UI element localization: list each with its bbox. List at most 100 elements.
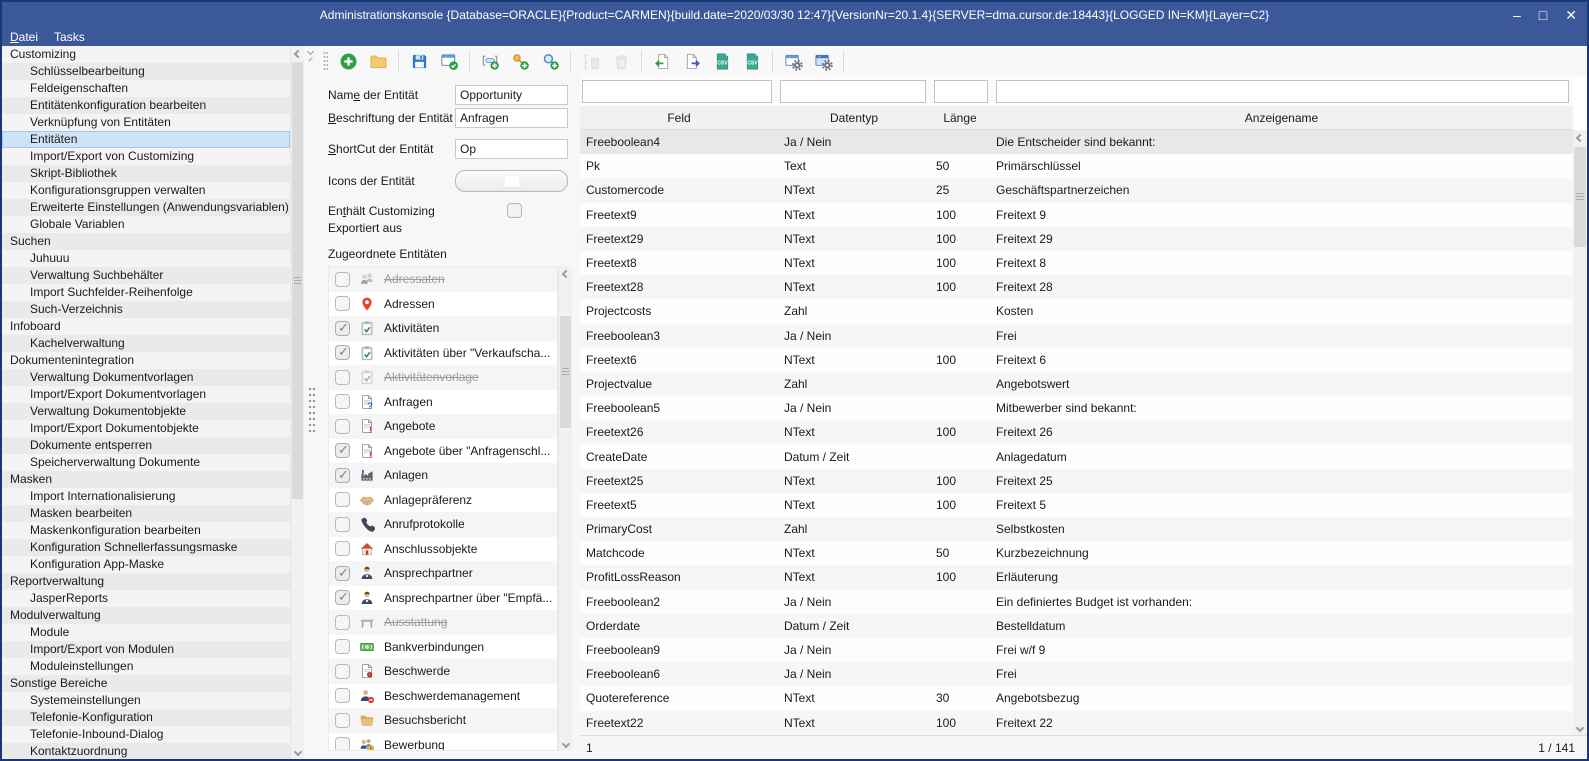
entity-list-item[interactable]: Aktivitäten über "Verkaufscha... xyxy=(329,341,557,366)
sidebar-item[interactable]: Import Internationalisierung xyxy=(2,488,290,505)
sidebar-item[interactable]: Kachelverwaltung xyxy=(2,335,290,352)
sidebar-item[interactable]: Verwaltung Dokumentobjekte xyxy=(2,403,290,420)
toolbar-separator[interactable] xyxy=(838,48,849,74)
scroll-down-icon[interactable] xyxy=(1573,720,1587,735)
column-filter-input[interactable] xyxy=(780,80,926,103)
sidebar-item[interactable]: Konfigurationsgruppen verwalten xyxy=(2,182,290,199)
add-search-field-button[interactable] xyxy=(535,48,565,74)
table-row[interactable]: Freeboolean3 Ja / Nein Frei xyxy=(580,324,1573,348)
entity-list-item[interactable]: Anschlussobjekte xyxy=(329,537,557,562)
column-header[interactable]: Anzeigename xyxy=(990,111,1573,125)
column-header[interactable]: Feld xyxy=(580,111,778,125)
entity-list-item[interactable]: Anfragen xyxy=(329,390,557,415)
entity-list-item[interactable]: Angebote xyxy=(329,414,557,439)
entity-caption-input[interactable] xyxy=(455,108,568,128)
entity-checkbox[interactable] xyxy=(335,541,350,556)
entity-checkbox[interactable] xyxy=(335,419,350,434)
sidebar-item[interactable]: Speicherverwaltung Dokumente xyxy=(2,454,290,471)
entity-checkbox[interactable] xyxy=(335,517,350,532)
table-row[interactable]: Pk Text 50 Primärschlüssel xyxy=(580,154,1573,178)
sidebar-item[interactable]: Systemeinstellungen xyxy=(2,692,290,709)
table-row[interactable]: Freetext26 NText 100 Freitext 26 xyxy=(580,420,1573,444)
column-filter-input[interactable] xyxy=(996,80,1569,103)
sidebar-item[interactable]: Module xyxy=(2,624,290,641)
table-row[interactable]: Matchcode NText 50 Kurzbezeichnung xyxy=(580,541,1573,565)
entity-checkbox[interactable] xyxy=(335,688,350,703)
import-button[interactable] xyxy=(647,48,677,74)
sidebar-item[interactable]: Feldeigenschaften xyxy=(2,80,290,97)
window-settings-button[interactable] xyxy=(778,48,808,74)
toolbar-separator[interactable] xyxy=(565,48,576,74)
menu-item[interactable]: Datei xyxy=(10,30,38,44)
scroll-down-icon[interactable] xyxy=(291,744,304,759)
table-row[interactable]: Freetext28 NText 100 Freitext 28 xyxy=(580,275,1573,299)
entity-list-item[interactable]: Bankverbindungen xyxy=(329,635,557,660)
sidebar-item[interactable]: Kontaktzuordnung xyxy=(2,743,290,759)
table-row[interactable]: Freetext6 NText 100 Freitext 6 xyxy=(580,348,1573,372)
minimize-icon[interactable]: – xyxy=(1513,8,1521,22)
scroll-up-icon[interactable] xyxy=(291,46,304,61)
collapse-right-icon[interactable] xyxy=(308,57,312,61)
toolbar-separator[interactable] xyxy=(464,48,475,74)
entity-checkbox[interactable] xyxy=(335,492,350,507)
sidebar-item[interactable]: Import Suchfelder-Reihenfolge xyxy=(2,284,290,301)
table-row[interactable]: Projectvalue Zahl Angebotswert xyxy=(580,372,1573,396)
sidebar-item[interactable]: Juhuuu xyxy=(2,250,290,267)
column-filter-input[interactable] xyxy=(934,80,988,103)
entity-list-item[interactable]: Ausstattung xyxy=(329,610,557,635)
table-row[interactable]: Projectcosts Zahl Kosten xyxy=(580,299,1573,323)
panel-splitter[interactable] xyxy=(304,46,320,759)
toolbar-grip-icon[interactable] xyxy=(323,51,328,71)
sidebar-item[interactable]: Dokumente entsperren xyxy=(2,437,290,454)
table-row[interactable]: Freeboolean5 Ja / Nein Mitbewerber sind … xyxy=(580,396,1573,420)
sidebar-item[interactable]: Erweiterte Einstellungen (Anwendungsvari… xyxy=(2,199,290,216)
sidebar-item[interactable]: Such-Verzeichnis xyxy=(2,301,290,318)
table-row[interactable]: Freetext22 NText 100 Freitext 22 xyxy=(580,711,1573,735)
entity-checkbox[interactable] xyxy=(335,443,350,458)
sidebar-item[interactable]: Import/Export Dokumentvorlagen xyxy=(2,386,290,403)
entity-checkbox[interactable] xyxy=(335,272,350,287)
sidebar-item[interactable]: Customizing xyxy=(2,46,290,63)
toolbar-separator[interactable] xyxy=(767,48,778,74)
sidebar-item[interactable]: Verwaltung Dokumentvorlagen xyxy=(2,369,290,386)
entity-checkbox[interactable] xyxy=(335,394,350,409)
sidebar-item[interactable]: Reportverwaltung xyxy=(2,573,290,590)
sidebar-item[interactable]: Verknüpfung von Entitäten xyxy=(2,114,290,131)
entity-list-item[interactable]: Anrufprotokolle xyxy=(329,512,557,537)
sidebar-item[interactable]: Dokumentenintegration xyxy=(2,352,290,369)
entity-checkbox[interactable] xyxy=(335,370,350,385)
entity-list-item[interactable]: Adressen xyxy=(329,292,557,317)
table-row[interactable]: Freeboolean6 Ja / Nein Frei xyxy=(580,662,1573,686)
table-row[interactable]: Orderdate Datum / Zeit Bestelldatum xyxy=(580,614,1573,638)
entity-checkbox[interactable] xyxy=(335,468,350,483)
table-row[interactable]: Customercode NText 25 Geschäftspartnerze… xyxy=(580,178,1573,202)
column-filter-input[interactable] xyxy=(582,80,772,103)
sidebar-item[interactable]: Schlüsselbearbeitung xyxy=(2,63,290,80)
sidebar-item[interactable]: Telefonie-Konfiguration xyxy=(2,709,290,726)
entity-list-item[interactable]: Anlagepräferenz xyxy=(329,488,557,513)
entity-checkbox[interactable] xyxy=(335,737,350,751)
delete-button[interactable] xyxy=(606,48,636,74)
sidebar-item[interactable]: Maskenkonfiguration bearbeiten xyxy=(2,522,290,539)
entity-list-item[interactable]: Besuchsbericht xyxy=(329,708,557,733)
sidebar-item[interactable]: Konfiguration Schnellerfassungsmaske xyxy=(2,539,290,556)
sidebar-item[interactable]: Skript-Bibliothek xyxy=(2,165,290,182)
entity-checkbox[interactable] xyxy=(335,713,350,728)
table-row[interactable]: Quotereference NText 30 Angebotsbezug xyxy=(580,686,1573,710)
add-key-field-button[interactable] xyxy=(505,48,535,74)
sidebar-scrollbar[interactable] xyxy=(290,46,304,759)
table-row[interactable]: Freetext9 NText 100 Freitext 9 xyxy=(580,203,1573,227)
table-scrollbar-thumb[interactable] xyxy=(1574,147,1586,247)
sidebar-scrollbar-thumb[interactable] xyxy=(292,62,303,499)
collapse-left-icon[interactable] xyxy=(307,48,314,55)
sidebar-item[interactable]: Import/Export von Customizing xyxy=(2,148,290,165)
export-button[interactable] xyxy=(677,48,707,74)
csv-import-button[interactable] xyxy=(737,48,767,74)
entity-checkbox[interactable] xyxy=(335,345,350,360)
entity-list-scrollbar[interactable] xyxy=(558,266,572,751)
sidebar-item[interactable]: Sonstige Bereiche xyxy=(2,675,290,692)
entity-checkbox[interactable] xyxy=(335,615,350,630)
sidebar-item[interactable]: Entitäten xyxy=(2,131,290,148)
menu-item[interactable]: Tasks xyxy=(54,30,85,44)
entity-list-item[interactable]: Bewerbung xyxy=(329,733,557,752)
